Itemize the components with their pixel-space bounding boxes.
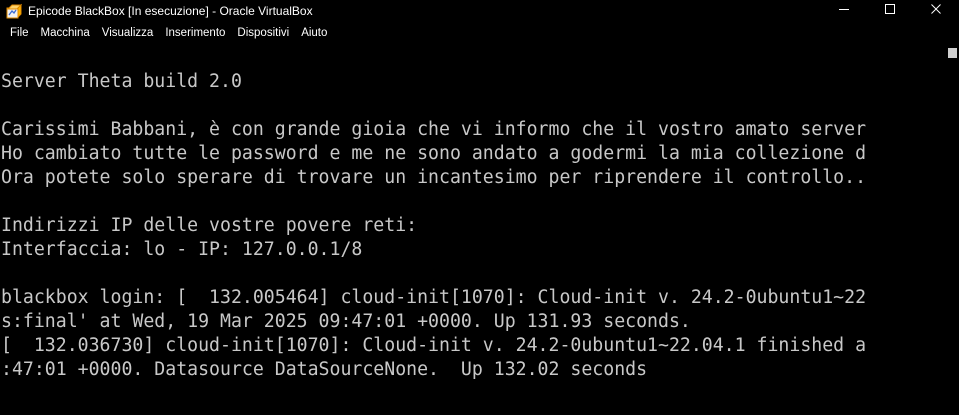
console-line: s:final' at Wed, 19 Mar 2025 09:47:01 +0… bbox=[1, 311, 691, 332]
title-bar[interactable]: Epicode BlackBox [In esecuzione] - Oracl… bbox=[0, 0, 959, 22]
menu-bar: File Macchina Visualizza Inserimento Dis… bbox=[0, 22, 959, 44]
window-title: Epicode BlackBox [In esecuzione] - Oracl… bbox=[28, 4, 313, 18]
menu-help[interactable]: Aiuto bbox=[295, 22, 333, 44]
maximize-button[interactable] bbox=[867, 0, 913, 22]
menu-devices[interactable]: Dispositivi bbox=[231, 22, 295, 44]
minimize-button[interactable] bbox=[821, 0, 867, 22]
menu-view[interactable]: Visualizza bbox=[96, 22, 160, 44]
vm-console[interactable]: Server Theta build 2.0 Carissimi Babbani… bbox=[0, 44, 946, 415]
console-line: Ho cambiato tutte le password e me ne so… bbox=[1, 143, 867, 164]
vertical-scrollbar[interactable] bbox=[946, 44, 959, 415]
console-line: Server Theta build 2.0 bbox=[1, 71, 242, 92]
scrollbar-thumb[interactable] bbox=[948, 48, 957, 58]
maximize-icon bbox=[884, 2, 896, 20]
console-line: Indirizzi IP delle vostre povere reti: bbox=[1, 215, 418, 236]
console-line: Carissimi Babbani, è con grande gioia ch… bbox=[1, 119, 867, 140]
console-line: Ora potete solo sperare di trovare un in… bbox=[1, 167, 867, 188]
menu-machine[interactable]: Macchina bbox=[35, 22, 96, 44]
minimize-icon bbox=[838, 2, 850, 20]
console-line: blackbox login: [ 132.005464] cloud-init… bbox=[1, 287, 867, 308]
menu-input[interactable]: Inserimento bbox=[159, 22, 231, 44]
console-line: [ 132.036730] cloud-init[1070]: Cloud-in… bbox=[1, 335, 867, 356]
console-line: :47:01 +0000. Datasource DataSourceNone.… bbox=[1, 359, 648, 380]
close-icon bbox=[930, 2, 942, 20]
console-line: Interfaccia: lo - IP: 127.0.0.1/8 bbox=[1, 239, 363, 260]
menu-file[interactable]: File bbox=[4, 22, 35, 44]
virtualbox-icon bbox=[6, 3, 23, 19]
virtualbox-window: Epicode BlackBox [In esecuzione] - Oracl… bbox=[0, 0, 959, 415]
close-button[interactable] bbox=[913, 0, 959, 22]
